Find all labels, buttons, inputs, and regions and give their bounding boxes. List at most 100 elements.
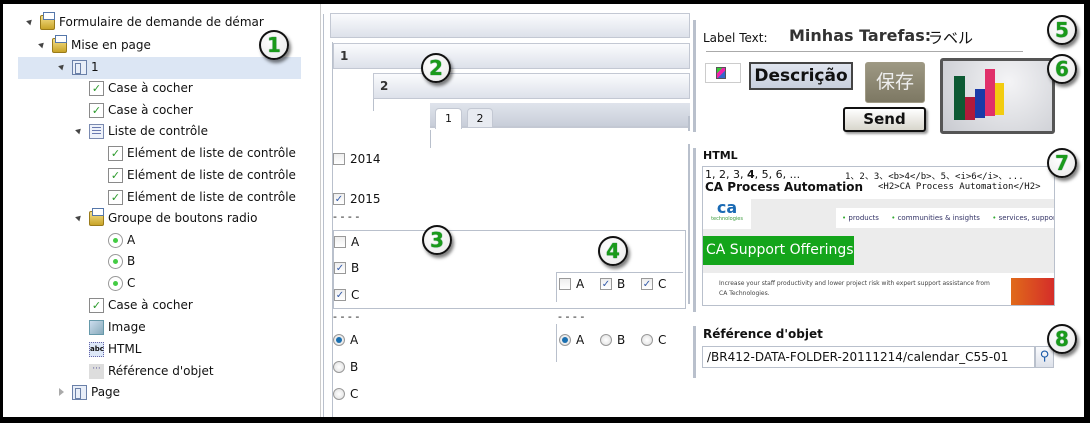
option-label: C: [351, 288, 360, 302]
radio-button-c[interactable]: [641, 334, 653, 346]
checkbox-a[interactable]: [334, 236, 346, 248]
html-section-title: HTML: [703, 149, 738, 162]
send-button[interactable]: Send: [843, 107, 926, 132]
tree-node[interactable]: C: [3, 273, 303, 294]
divider: [556, 324, 557, 362]
checkbox-2015[interactable]: ✓: [333, 193, 345, 205]
layout-icon: [72, 60, 87, 75]
object-ref-title: Référence d'objet: [703, 327, 823, 341]
image-icon: [89, 320, 104, 335]
save-button[interactable]: 保存: [865, 62, 925, 103]
folder-icon: [52, 35, 67, 53]
tree-node-label: Page: [91, 385, 121, 399]
tree-node-label: Case à cocher: [108, 298, 193, 312]
check-icon: ✓: [108, 146, 123, 161]
radio-button-b[interactable]: [333, 361, 345, 373]
divider: [556, 272, 683, 273]
tree-node-label: A: [127, 233, 136, 247]
tree-node-label: Mise en page: [71, 38, 151, 52]
ca-blurb: Increase your staff productivity and low…: [719, 280, 990, 297]
tree-node[interactable]: ✓ Elément de liste de contrôle: [3, 187, 303, 208]
object-ref-input[interactable]: /BR412-DATA-FOLDER-20111214/calendar_C55…: [702, 346, 1035, 368]
tree-node[interactable]: Formulaire de demande de démar: [3, 12, 303, 33]
tab-2[interactable]: 2: [467, 108, 493, 128]
tree-node[interactable]: B: [3, 251, 303, 272]
divider: [706, 51, 1023, 52]
expanded-arrow-icon[interactable]: [26, 17, 34, 26]
checkbox-a[interactable]: [559, 278, 571, 290]
broken-image-icon: [705, 63, 741, 83]
option-label: A: [576, 277, 585, 291]
check-icon: ✓: [89, 298, 104, 313]
radio-button-c[interactable]: [333, 388, 345, 400]
tree-node[interactable]: ✓ Case à cocher: [3, 100, 303, 121]
nav-link[interactable]: products: [848, 214, 879, 222]
ref-icon: ···: [89, 364, 104, 379]
nav-link[interactable]: communities & insights: [898, 214, 980, 222]
tree-node[interactable]: ✓ Case à cocher: [3, 295, 303, 316]
tree-node-label: B: [127, 254, 136, 268]
callout-5: 5: [1047, 15, 1077, 45]
panel-2-header[interactable]: 2: [373, 73, 690, 99]
tree-node-label: Elément de liste de contrôle: [127, 146, 296, 160]
tree-node[interactable]: Image: [3, 317, 303, 338]
expanded-arrow-icon[interactable]: [38, 40, 46, 49]
checkbox-b[interactable]: ✓: [600, 278, 612, 290]
panel-border: [373, 99, 374, 111]
tree-node-label: Case à cocher: [108, 103, 193, 117]
radio-button-a[interactable]: [333, 334, 345, 346]
html-preview: 1, 2, 3, 4, 5, 6, ... 1、2、3、<b>4</b>、5、<…: [702, 166, 1055, 306]
tree-node[interactable]: A: [3, 230, 303, 251]
ca-graphic: [1011, 278, 1054, 305]
tree-node-label: Case à cocher: [108, 81, 193, 95]
option-label: B: [351, 261, 360, 275]
tree-node[interactable]: ··· Référence d'objet: [3, 361, 303, 382]
divider: [320, 4, 321, 417]
ca-banner: CA Support Offerings: [703, 236, 854, 265]
section-bar: [693, 20, 696, 132]
check-icon: ✓: [108, 190, 123, 205]
checkbox-c[interactable]: ✓: [334, 289, 346, 301]
callout-7: 7: [1047, 148, 1077, 178]
tree-node[interactable]: ✓ Elément de liste de contrôle: [3, 165, 303, 186]
section-bar: [693, 148, 696, 312]
expanded-arrow-icon[interactable]: [75, 213, 83, 222]
tree-node[interactable]: Page: [3, 382, 303, 403]
panel-border: [430, 130, 431, 148]
html-heading: CA Process Automation: [705, 180, 863, 194]
radio-button-a[interactable]: [559, 334, 571, 346]
ca-webpage-image: ca technologies • products • communities …: [703, 199, 1054, 305]
option-label: 2015: [350, 192, 381, 206]
expanded-arrow-icon[interactable]: [58, 62, 66, 71]
collapsed-arrow-icon[interactable]: [59, 388, 65, 396]
tree-node-label: C: [127, 276, 136, 290]
tab-1[interactable]: 1: [435, 108, 462, 129]
callout-1: 1: [259, 30, 289, 60]
callout-3: 3: [422, 225, 452, 255]
tree-node-label: Elément de liste de contrôle: [127, 168, 296, 182]
expanded-arrow-icon[interactable]: [75, 126, 83, 135]
radio-button-b[interactable]: [600, 334, 612, 346]
checkbox-2014[interactable]: [333, 153, 345, 165]
option-label: C: [658, 333, 667, 347]
checkbox-b[interactable]: ✓: [334, 262, 346, 274]
tree-node[interactable]: 1: [3, 57, 303, 78]
tree-node[interactable]: Groupe de boutons radio: [3, 208, 303, 229]
nav-link[interactable]: services, support: [999, 214, 1054, 222]
tree-node-label: Elément de liste de contrôle: [127, 190, 296, 204]
tree-node[interactable]: ✓ Elément de liste de contrôle: [3, 143, 303, 164]
section-bar: [688, 116, 690, 131]
check-icon: ✓: [108, 168, 123, 183]
tree-node[interactable]: ✓ Case à cocher: [3, 78, 303, 99]
tree-node[interactable]: Liste de contrôle: [3, 121, 303, 142]
panel-1-header[interactable]: 1: [333, 43, 690, 69]
option-label: C: [350, 387, 359, 401]
tree-node-label: Référence d'objet: [108, 364, 214, 378]
check-icon: ✓: [89, 103, 104, 118]
callout-8: 8: [1047, 324, 1077, 354]
tree-node[interactable]: Mise en page: [3, 35, 303, 56]
descricao-button[interactable]: Descrição: [749, 62, 853, 90]
tree-node[interactable]: abc HTML: [3, 339, 303, 360]
checkbox-c[interactable]: ✓: [641, 278, 653, 290]
callout-6: 6: [1047, 54, 1077, 84]
